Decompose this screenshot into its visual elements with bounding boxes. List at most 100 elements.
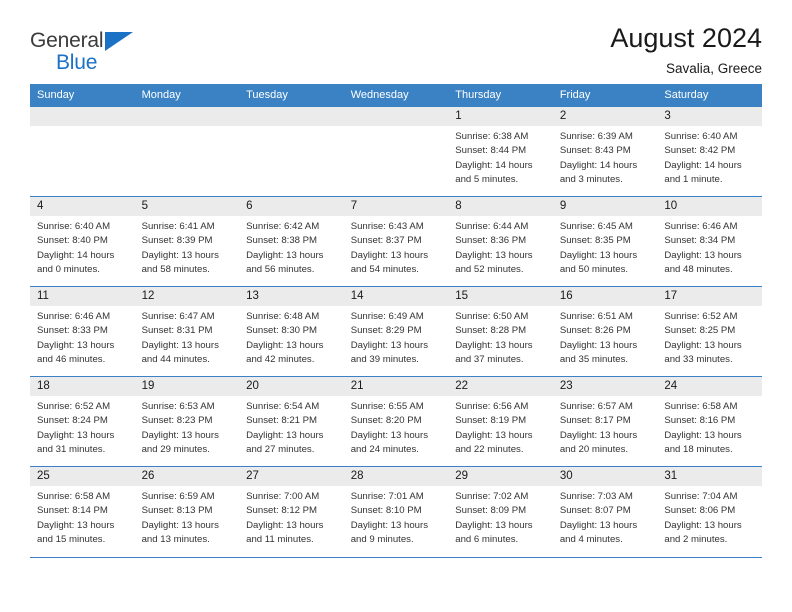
calendar-day-cell[interactable]: 3 Sunrise: 6:40 AM Sunset: 8:42 PM Daylight…	[657, 106, 762, 197]
sunrise-text: Sunrise: 6:56 AM	[455, 401, 529, 412]
sunset-text: Sunset: 8:40 PM	[37, 235, 108, 247]
day-number: 1	[448, 107, 553, 126]
daylight-text: and 22 minutes.	[455, 443, 524, 455]
sunrise-text: Sunrise: 6:58 AM	[37, 491, 111, 502]
daylight-text: Daylight: 13 hours	[350, 429, 429, 441]
day-details: Sunrise: 6:59 AM Sunset: 8:13 PM Daylight:…	[135, 486, 240, 547]
calendar-day-cell[interactable]: 19 Sunrise: 6:53 AM Sunset: 8:23 PM Dayligh…	[134, 376, 240, 467]
calendar-day-cell[interactable]: 14 Sunrise: 6:49 AM Sunset: 8:29 PM Dayligh…	[343, 286, 449, 377]
day-details: Sunrise: 6:50 AM Sunset: 8:28 PM Daylight:…	[448, 306, 553, 367]
daylight-text: Daylight: 13 hours	[455, 519, 533, 531]
calendar-day-cell[interactable]: 5 Sunrise: 6:41 AM Sunset: 8:39 PM Daylight…	[134, 196, 240, 287]
daylight-text: and 35 minutes.	[559, 353, 629, 365]
day-number: 17	[657, 287, 762, 306]
calendar-day-cell[interactable]: 24 Sunrise: 6:58 AM Sunset: 8:16 PM Dayligh…	[657, 376, 762, 467]
calendar-day-cell[interactable]: 30 Sunrise: 7:03 AM Sunset: 8:07 PM Dayligh…	[552, 466, 658, 557]
daylight-text: and 2 minutes.	[664, 533, 728, 545]
sunrise-text: Sunrise: 6:44 AM	[455, 221, 529, 232]
daylight-text: and 52 minutes.	[455, 263, 524, 275]
calendar-day-cell[interactable]: 10 Sunrise: 6:46 AM Sunset: 8:34 PM Dayligh…	[657, 196, 762, 287]
sunrise-text: Sunrise: 6:40 AM	[664, 131, 738, 142]
calendar-day-cell[interactable]: 21 Sunrise: 6:55 AM Sunset: 8:20 PM Dayligh…	[343, 376, 449, 467]
calendar-day-cell[interactable]: 22 Sunrise: 6:56 AM Sunset: 8:19 PM Dayligh…	[448, 376, 553, 467]
day-details: Sunrise: 6:52 AM Sunset: 8:24 PM Daylight:…	[30, 396, 135, 457]
location-subtitle: Savalia, Greece	[665, 60, 762, 76]
sunrise-text: Sunrise: 7:01 AM	[350, 491, 424, 502]
day-details: Sunrise: 6:42 AM Sunset: 8:38 PM Daylight:…	[239, 216, 344, 277]
calendar-day-cell[interactable]: 27 Sunrise: 7:00 AM Sunset: 8:12 PM Dayligh…	[239, 466, 344, 557]
day-number: 13	[239, 287, 344, 306]
calendar-day-cell[interactable]: 23 Sunrise: 6:57 AM Sunset: 8:17 PM Dayligh…	[552, 376, 658, 467]
sunset-text: Sunset: 8:31 PM	[141, 325, 213, 337]
sunset-text: Sunset: 8:29 PM	[350, 325, 422, 337]
sunrise-text: Sunrise: 6:46 AM	[37, 311, 111, 322]
sunrise-text: Sunrise: 6:52 AM	[664, 311, 738, 322]
day-details: Sunrise: 7:03 AM Sunset: 8:07 PM Daylight:…	[553, 486, 658, 547]
calendar-day-cell[interactable]: 13 Sunrise: 6:48 AM Sunset: 8:30 PM Dayligh…	[239, 286, 344, 377]
sunrise-text: Sunrise: 6:52 AM	[37, 401, 111, 412]
calendar-day-cell[interactable]: 12 Sunrise: 6:47 AM Sunset: 8:31 PM Dayligh…	[134, 286, 240, 377]
day-details: Sunrise: 6:47 AM Sunset: 8:31 PM Daylight:…	[135, 306, 240, 367]
daylight-text: Daylight: 13 hours	[664, 249, 742, 261]
page-header: General Blue August 2024 Savalia, Greece	[30, 0, 762, 76]
brand-logo[interactable]: General Blue	[30, 24, 150, 73]
calendar-day-cell[interactable]: 17 Sunrise: 6:52 AM Sunset: 8:25 PM Dayligh…	[657, 286, 762, 377]
calendar-day-cell[interactable]: 8 Sunrise: 6:44 AM Sunset: 8:36 PM Daylight…	[448, 196, 553, 287]
calendar-day-cell[interactable]: 1 Sunrise: 6:38 AM Sunset: 8:44 PM Daylight…	[448, 106, 553, 197]
daylight-text: Daylight: 14 hours	[37, 249, 115, 261]
calendar-day-cell[interactable]: 15 Sunrise: 6:50 AM Sunset: 8:28 PM Dayligh…	[448, 286, 553, 377]
sunset-text: Sunset: 8:25 PM	[664, 325, 736, 337]
calendar-day-cell[interactable]: 16 Sunrise: 6:51 AM Sunset: 8:26 PM Dayligh…	[552, 286, 658, 377]
day-number: 14	[343, 287, 449, 306]
daylight-text: and 46 minutes.	[37, 353, 106, 365]
sunset-text: Sunset: 8:14 PM	[37, 505, 108, 517]
daylight-text: Daylight: 13 hours	[246, 339, 324, 351]
weekday-header-tuesday: Tuesday	[239, 84, 344, 107]
calendar-day-cell[interactable]: 7 Sunrise: 6:43 AM Sunset: 8:37 PM Daylight…	[343, 196, 449, 287]
calendar-day-cell[interactable]: 11 Sunrise: 6:46 AM Sunset: 8:33 PM Dayligh…	[30, 286, 135, 377]
sunrise-text: Sunrise: 6:49 AM	[350, 311, 424, 322]
sunset-text: Sunset: 8:28 PM	[455, 325, 527, 337]
calendar-week-row: 11 Sunrise: 6:46 AM Sunset: 8:33 PM Dayligh…	[30, 286, 762, 377]
day-number: 29	[448, 467, 553, 486]
calendar-day-cell[interactable]: 18 Sunrise: 6:52 AM Sunset: 8:24 PM Dayligh…	[30, 376, 135, 467]
calendar-day-cell[interactable]: 29 Sunrise: 7:02 AM Sunset: 8:09 PM Dayligh…	[448, 466, 553, 557]
calendar-day-cell[interactable]: 25 Sunrise: 6:58 AM Sunset: 8:14 PM Dayligh…	[30, 466, 135, 557]
calendar-day-cell[interactable]: 26 Sunrise: 6:59 AM Sunset: 8:13 PM Dayligh…	[134, 466, 240, 557]
day-number: 30	[552, 467, 658, 486]
day-details: Sunrise: 6:51 AM Sunset: 8:26 PM Daylight:…	[553, 306, 658, 367]
daylight-text: and 29 minutes.	[141, 443, 210, 455]
day-number: 11	[30, 287, 135, 306]
calendar-day-cell-empty	[239, 106, 344, 197]
calendar-day-cell[interactable]: 9 Sunrise: 6:45 AM Sunset: 8:35 PM Daylight…	[552, 196, 658, 287]
day-number	[343, 107, 449, 126]
weekday-header-saturday: Saturday	[657, 84, 762, 107]
daylight-text: Daylight: 13 hours	[559, 519, 638, 531]
sunset-text: Sunset: 8:26 PM	[559, 325, 631, 337]
weekday-header-row: Sunday Monday Tuesday Wednesday Thursday…	[30, 84, 762, 107]
calendar-day-cell[interactable]: 20 Sunrise: 6:54 AM Sunset: 8:21 PM Dayligh…	[239, 376, 344, 467]
day-number: 6	[239, 197, 344, 216]
daylight-text: and 11 minutes.	[246, 533, 314, 545]
calendar-day-cell[interactable]: 2 Sunrise: 6:39 AM Sunset: 8:43 PM Daylight…	[552, 106, 658, 197]
sunset-text: Sunset: 8:44 PM	[455, 145, 527, 157]
day-details: Sunrise: 6:52 AM Sunset: 8:25 PM Daylight:…	[657, 306, 762, 367]
calendar-page: General Blue August 2024 Savalia, Greece…	[0, 0, 792, 612]
sunrise-text: Sunrise: 6:50 AM	[455, 311, 529, 322]
daylight-text: and 18 minutes.	[664, 443, 733, 455]
daylight-text: Daylight: 13 hours	[246, 519, 324, 531]
calendar-day-cell[interactable]: 31 Sunrise: 7:04 AM Sunset: 8:06 PM Dayligh…	[657, 466, 762, 557]
calendar-day-cell[interactable]: 6 Sunrise: 6:42 AM Sunset: 8:38 PM Daylight…	[239, 196, 344, 287]
day-number: 3	[657, 107, 762, 126]
day-number	[30, 107, 135, 126]
daylight-text: and 4 minutes.	[559, 533, 623, 545]
calendar-day-cell[interactable]: 28 Sunrise: 7:01 AM Sunset: 8:10 PM Dayligh…	[343, 466, 449, 557]
sunset-text: Sunset: 8:19 PM	[455, 415, 527, 427]
calendar-day-cell[interactable]: 4 Sunrise: 6:40 AM Sunset: 8:40 PM Daylight…	[30, 196, 135, 287]
sunset-text: Sunset: 8:07 PM	[559, 505, 631, 517]
sunset-text: Sunset: 8:38 PM	[246, 235, 318, 247]
sunset-text: Sunset: 8:10 PM	[350, 505, 422, 517]
day-details: Sunrise: 7:00 AM Sunset: 8:12 PM Daylight:…	[239, 486, 344, 547]
daylight-text: Daylight: 13 hours	[350, 519, 429, 531]
day-number	[239, 107, 344, 126]
